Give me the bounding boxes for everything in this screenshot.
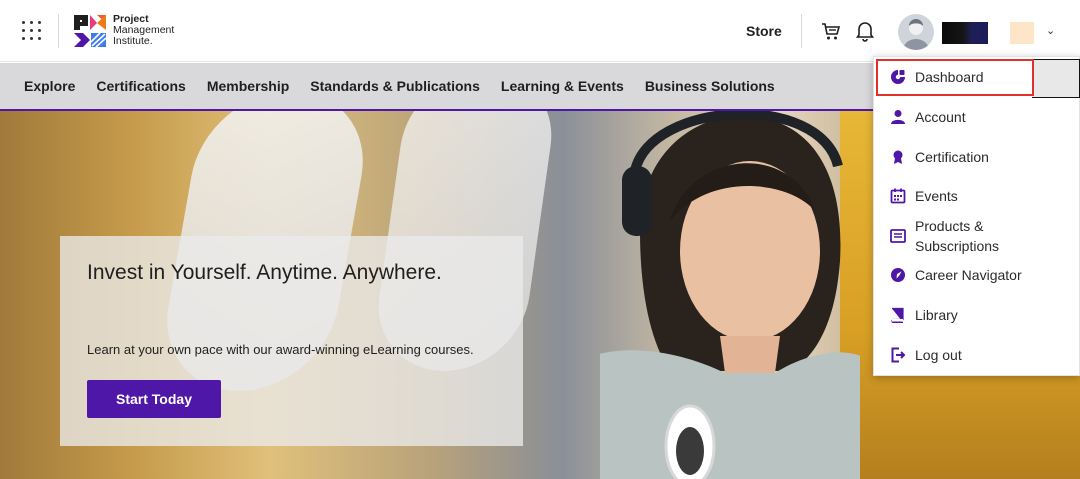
menu-label-products: Products & [915,218,984,234]
menu-item-dashboard[interactable]: Dashboard [874,67,1079,89]
compass-icon [891,268,905,282]
cart-icon[interactable] [820,20,842,42]
menu-item-career-navigator[interactable]: Career Navigator [874,265,1079,287]
logo-line-3: Institute. [113,34,153,47]
person-icon [891,110,905,124]
nav-certifications[interactable]: Certifications [96,78,185,94]
list-icon [890,229,906,243]
nav-standards-publications[interactable]: Standards & Publications [310,78,480,94]
logo-line-1: Project [113,12,149,25]
menu-item-certification[interactable]: Certification [874,147,1079,169]
hero-title: Invest in Yourself. Anytime. Anywhere. [87,261,442,284]
menu-item-library[interactable]: Library [874,305,1079,327]
menu-item-products-subscriptions[interactable]: Products & Subscriptions [874,216,1079,258]
redacted-username [942,22,988,44]
nav-explore[interactable]: Explore [24,78,75,94]
nav-learning-events[interactable]: Learning & Events [501,78,624,94]
menu-item-account[interactable]: Account [874,107,1079,129]
calendar-icon [890,188,906,204]
book-icon [891,307,904,323]
avatar-silhouette-icon [903,19,929,50]
user-avatar-icon[interactable] [898,14,934,50]
top-header: Project Management Institute. Store ⌄ [0,0,1080,62]
ribbon-icon [893,150,903,164]
pmi-logo[interactable]: Project Management Institute. [73,11,193,49]
menu-label-dashboard: Dashboard [915,69,984,85]
header-divider [58,14,59,48]
menu-label-subscriptions: Subscriptions [915,238,1000,254]
logo-wordmark: Project Management Institute. [113,12,175,47]
redacted-username-part [1010,22,1034,44]
menu-label-events: Events [915,188,958,204]
menu-item-log-out[interactable]: Log out [874,345,1079,367]
hero-card: Invest in Yourself. Anytime. Anywhere. L… [60,236,523,446]
menu-label-account: Account [915,109,966,125]
menu-label-certification: Certification [915,149,989,165]
menu-label-products-subscriptions: Products & Subscriptions [915,216,999,256]
pmi-logo-icon [74,15,107,47]
hero-photo-person [600,111,860,479]
hero-subtitle: Learn at your own pace with our award-wi… [87,342,474,357]
apps-grid-icon[interactable] [22,21,42,41]
menu-item-events[interactable]: Events [874,186,1079,208]
menu-label-career-navigator: Career Navigator [915,267,1022,283]
start-today-button[interactable]: Start Today [87,380,221,418]
menu-label-log-out: Log out [915,347,962,363]
user-menu-dropdown: Dashboard Account Certification Events P… [873,56,1080,376]
chevron-down-icon[interactable]: ⌄ [1046,24,1055,37]
bell-icon[interactable] [855,20,875,42]
store-link[interactable]: Store [746,23,782,39]
logo-line-2: Management [113,23,175,36]
menu-label-library: Library [915,307,958,323]
header-divider-right [801,14,802,48]
dashboard-icon [891,70,905,84]
nav-membership[interactable]: Membership [207,78,289,94]
logout-icon [891,347,906,363]
nav-business-solutions[interactable]: Business Solutions [645,78,775,94]
